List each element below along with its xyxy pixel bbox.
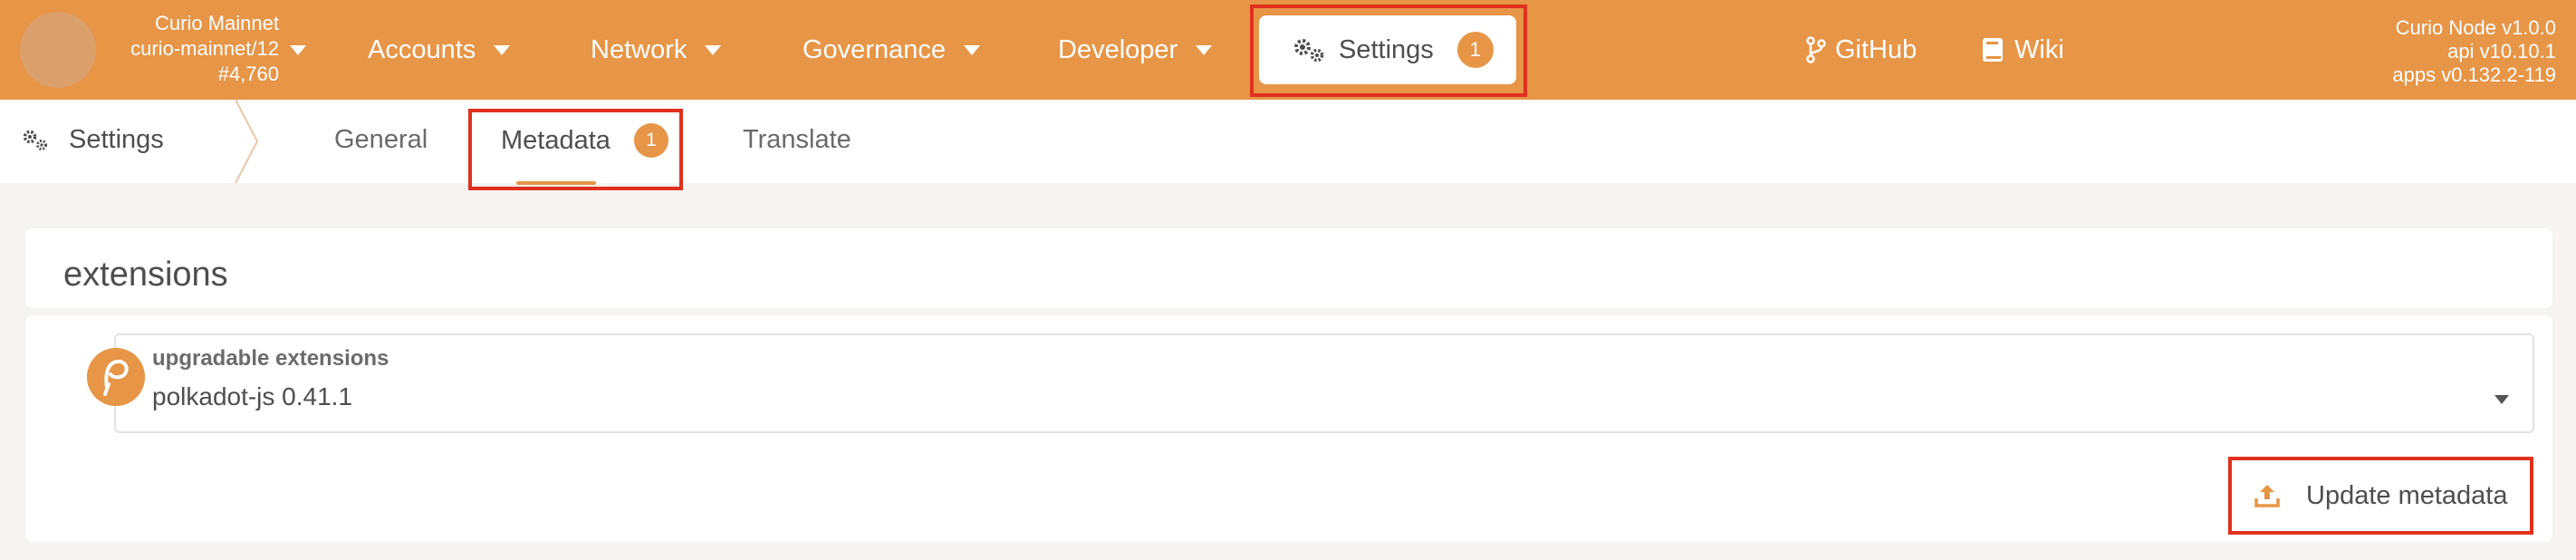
tab-general-label: General [334, 125, 428, 154]
update-metadata-label: Update metadata [2306, 480, 2508, 510]
breadcrumb-separator [235, 100, 259, 183]
git-branch-icon [1806, 36, 1826, 63]
nav-settings-label: Settings [1339, 34, 1434, 64]
chain-spec: curio-mainnet/12 [130, 37, 279, 60]
chevron-down-icon [964, 44, 980, 55]
chevron-down-icon [494, 44, 511, 55]
tab-translate-label: Translate [743, 125, 851, 154]
active-tab-indicator [516, 181, 596, 185]
nav-developer[interactable]: Developer [1058, 29, 1213, 71]
sub-navbar: Settings General Metadata 1 Translate [0, 100, 2576, 190]
gears-icon [1294, 39, 1324, 63]
nav-network[interactable]: Network [591, 29, 722, 71]
chevron-down-icon [705, 44, 722, 55]
update-metadata-button[interactable]: Update metadata [2237, 466, 2524, 526]
tab-metadata-label: Metadata [501, 125, 610, 155]
book-icon [1983, 38, 2003, 62]
extensions-card: upgradable extensions polkadot-js 0.41.1 [25, 315, 2552, 542]
chain-name: Curio Mainnet [155, 12, 279, 34]
extension-select-value: polkadot-js 0.41.1 [152, 382, 353, 410]
page-title: Settings [22, 125, 164, 155]
wiki-link[interactable]: Wiki [1982, 29, 2064, 71]
nav-governance-label: Governance [803, 34, 946, 64]
settings-badge: 1 [1456, 32, 1494, 68]
nav-governance[interactable]: Governance [803, 29, 980, 71]
metadata-badge: 1 [633, 123, 668, 158]
top-navbar: Curio Mainnet curio-mainnet/12 #4,760 Ac… [0, 0, 2576, 100]
chain-logo[interactable] [20, 12, 96, 88]
wiki-label: Wiki [2014, 34, 2064, 64]
nav-network-label: Network [591, 34, 687, 64]
extension-select[interactable]: upgradable extensions polkadot-js 0.41.1 [114, 333, 2534, 433]
gears-icon [23, 130, 47, 150]
polkadot-logo-icon [87, 348, 145, 406]
version-info: Curio Node v1.0.0 api v10.10.1 apps v0.1… [2392, 16, 2556, 87]
best-block: #4,760 [217, 63, 279, 85]
tab-general[interactable]: General [334, 125, 428, 155]
github-link[interactable]: GitHub [1806, 29, 1917, 71]
section-title: extensions [63, 256, 228, 294]
api-version: api v10.10.1 [2447, 40, 2556, 63]
upload-icon [2254, 485, 2280, 507]
dropdown-arrow-icon[interactable] [2494, 395, 2509, 404]
apps-version: apps v0.132.2-119 [2392, 63, 2556, 86]
extension-select-label: upgradable extensions [152, 346, 389, 371]
chevron-down-icon [1196, 44, 1213, 55]
node-version: Curio Node v1.0.0 [2395, 16, 2556, 39]
nav-accounts-label: Accounts [368, 34, 476, 64]
chain-selector[interactable]: Curio Mainnet curio-mainnet/12 #4,760 [107, 11, 279, 87]
tab-translate[interactable]: Translate [743, 125, 851, 155]
chain-chevron-down-icon[interactable] [290, 45, 306, 55]
nav-accounts[interactable]: Accounts [368, 29, 511, 71]
tab-metadata[interactable]: Metadata 1 [501, 120, 668, 161]
section-header: extensions [25, 228, 2552, 308]
page-title-label: Settings [69, 125, 164, 154]
github-label: GitHub [1835, 34, 1918, 64]
nav-settings[interactable]: Settings 1 [1259, 15, 1516, 84]
nav-developer-label: Developer [1058, 34, 1178, 64]
